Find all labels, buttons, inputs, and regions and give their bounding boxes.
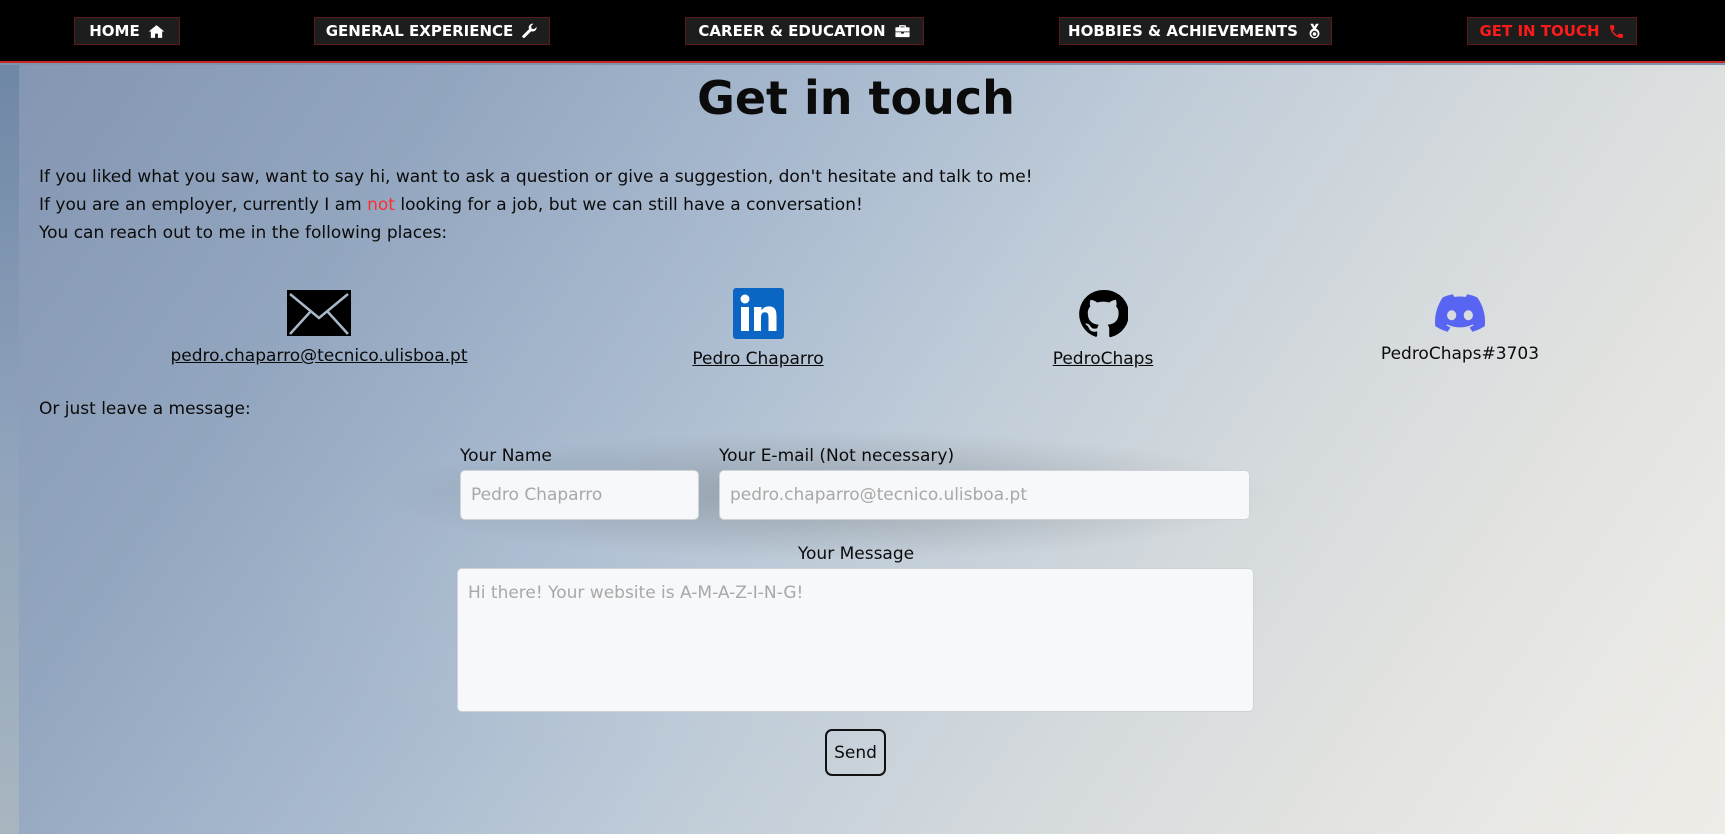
linkedin-icon[interactable]	[732, 288, 784, 339]
contact-discord: PedroChaps#3703	[1360, 294, 1560, 364]
nav-general-experience-button[interactable]: GENERAL EXPERIENCE	[314, 17, 550, 45]
email-label: Your E-mail (Not necessary)	[719, 446, 955, 466]
nav-get-in-touch-label: GET IN TOUCH	[1479, 22, 1600, 40]
email-input[interactable]	[719, 470, 1250, 520]
send-button[interactable]: Send	[825, 729, 886, 776]
leave-message-text: Or just leave a message:	[39, 399, 251, 419]
envelope-icon[interactable]	[286, 289, 352, 337]
wrench-icon	[522, 23, 537, 38]
intro-paragraph-1: If you liked what you saw, want to say h…	[39, 167, 1033, 187]
page-title: Get in touch	[697, 71, 1015, 125]
github-icon[interactable]	[1078, 289, 1128, 339]
message-label: Your Message	[797, 544, 915, 564]
intro-paragraph-3: You can reach out to me in the following…	[39, 223, 448, 243]
nav-hobbies-achievements-button[interactable]: HOBBIES & ACHIEVEMENTS	[1059, 17, 1332, 45]
not-emphasis: not	[367, 195, 395, 215]
top-navbar: HOME GENERAL EXPERIENCE CAREER & EDUCATI…	[0, 0, 1725, 63]
email-link[interactable]: pedro.chaparro@tecnico.ulisboa.pt	[171, 346, 468, 366]
nav-get-in-touch-button[interactable]: GET IN TOUCH	[1467, 17, 1637, 45]
discord-icon[interactable]	[1435, 294, 1485, 332]
intro-text-after: looking for a job, but we can still have…	[394, 195, 863, 215]
intro-text-before: If you are an employer, currently I am	[39, 195, 368, 215]
contact-email: pedro.chaparro@tecnico.ulisboa.pt	[160, 289, 478, 366]
nav-home-label: HOME	[89, 22, 140, 40]
intro-paragraph-2: If you are an employer, currently I am n…	[39, 195, 863, 215]
message-textarea[interactable]	[457, 568, 1254, 712]
nav-career-education-button[interactable]: CAREER & EDUCATION	[685, 17, 924, 45]
left-edge-strip	[0, 65, 19, 834]
name-label: Your Name	[460, 446, 552, 466]
nav-hobbies-achievements-label: HOBBIES & ACHIEVEMENTS	[1068, 22, 1298, 40]
briefcase-icon	[895, 24, 910, 37]
phone-icon	[1609, 24, 1623, 38]
nav-career-education-label: CAREER & EDUCATION	[698, 22, 886, 40]
github-link[interactable]: PedroChaps	[1053, 349, 1154, 369]
nav-home-button[interactable]: HOME	[74, 17, 180, 45]
linkedin-link[interactable]: Pedro Chaparro	[692, 349, 823, 369]
medal-icon	[1309, 23, 1320, 38]
discord-username: PedroChaps#3703	[1380, 344, 1540, 364]
home-icon	[148, 24, 165, 38]
contact-github: PedroChaps	[1003, 289, 1203, 369]
contact-linkedin: Pedro Chaparro	[658, 288, 858, 369]
nav-general-experience-label: GENERAL EXPERIENCE	[325, 22, 514, 40]
name-input[interactable]	[460, 470, 699, 520]
